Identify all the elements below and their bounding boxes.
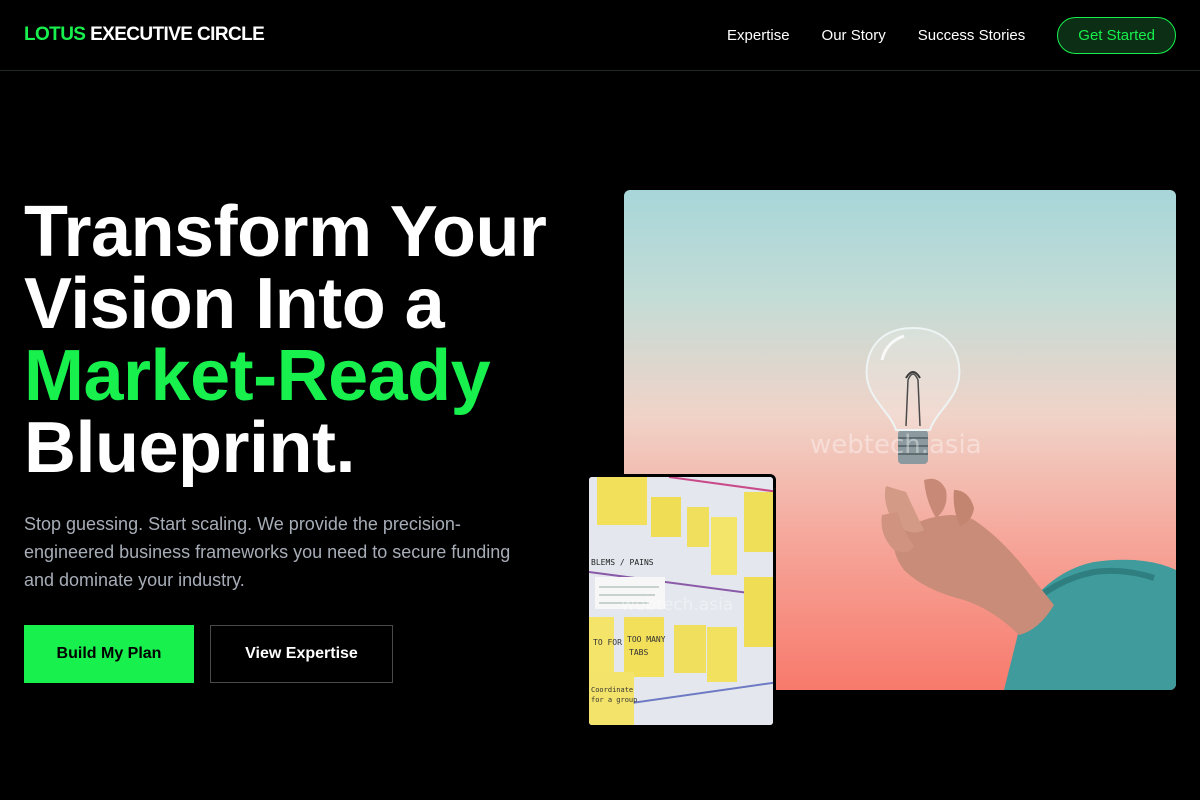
svg-text:for a group: for a group bbox=[591, 696, 637, 704]
nav-link-expertise[interactable]: Expertise bbox=[727, 27, 790, 44]
note-text-blems: BLEMS / PAINS bbox=[591, 558, 654, 567]
view-expertise-button[interactable]: View Expertise bbox=[210, 625, 393, 683]
headline-line-4: Blueprint. bbox=[24, 408, 356, 488]
get-started-button[interactable]: Get Started bbox=[1057, 16, 1176, 54]
headline-highlight: Market-Ready bbox=[24, 336, 491, 416]
brand-logo[interactable]: LOTUS EXECUTIVE CIRCLE bbox=[24, 24, 265, 46]
brand-name: EXECUTIVE CIRCLE bbox=[90, 24, 265, 45]
hero-subtext: Stop guessing. Start scaling. We provide… bbox=[24, 514, 511, 590]
headline-line-1: Transform Your bbox=[24, 192, 547, 272]
note-text-tabs: TOO MANY bbox=[627, 635, 666, 644]
nav-link-success-stories[interactable]: Success Stories bbox=[918, 27, 1026, 44]
brand-accent: LOTUS bbox=[24, 24, 86, 45]
hero-headline: Transform Your Vision Into a Market-Read… bbox=[24, 196, 614, 484]
sticky-notes-photo: BLEMS / PAINS TOO MANY TABS TO FOR Coord… bbox=[586, 474, 776, 728]
svg-text:TABS: TABS bbox=[629, 648, 648, 657]
note-text-tofor: TO FOR bbox=[593, 638, 622, 647]
note-text-coordinate: Coordinate bbox=[591, 686, 633, 694]
overlay-image-watermark: webtech.asia bbox=[621, 595, 734, 615]
build-my-plan-button[interactable]: Build My Plan bbox=[24, 625, 194, 683]
nav-link-our-story[interactable]: Our Story bbox=[822, 27, 886, 44]
headline-line-2: Vision Into a bbox=[24, 264, 445, 344]
nav-menu: Expertise Our Story Success Stories Get … bbox=[727, 16, 1176, 54]
main-image-watermark: webtech.asia bbox=[810, 430, 982, 460]
navbar: LOTUS EXECUTIVE CIRCLE Expertise Our Sto… bbox=[0, 0, 1200, 71]
